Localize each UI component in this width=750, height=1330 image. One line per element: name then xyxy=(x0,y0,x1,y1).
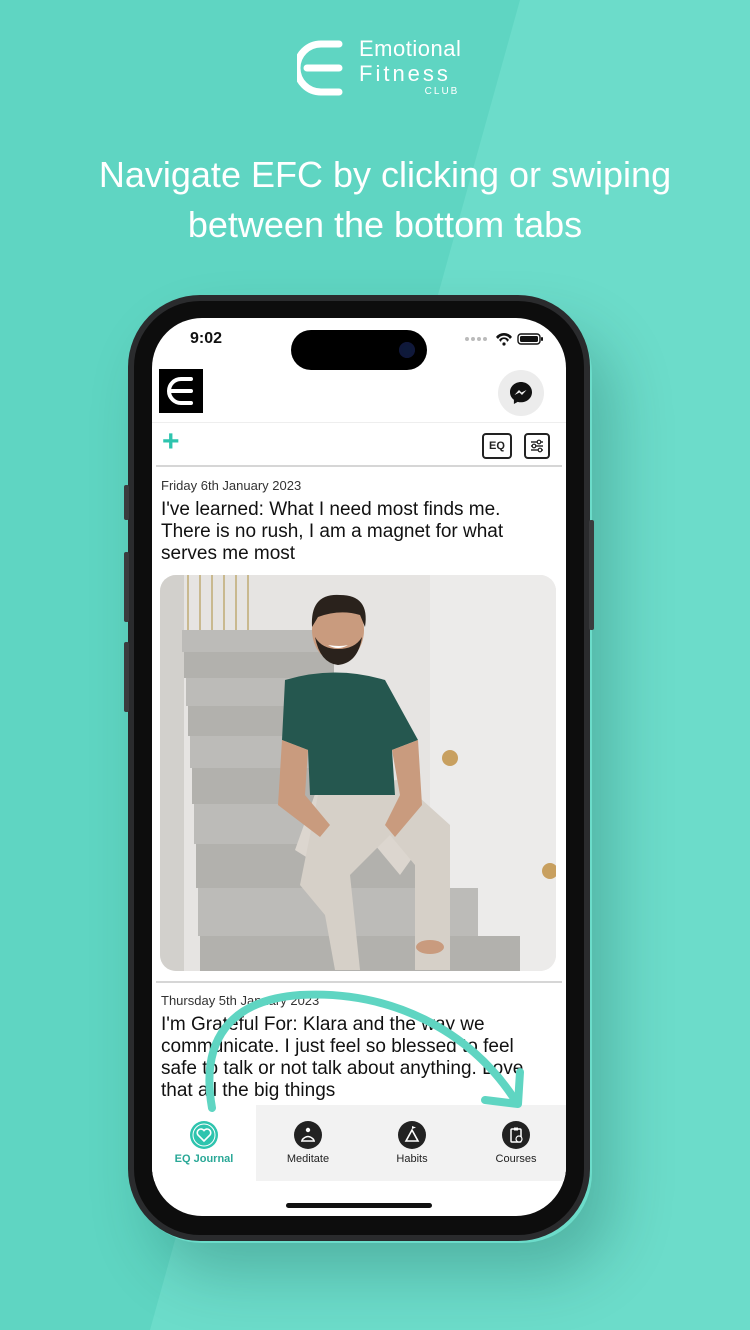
bottom-tab-bar: EQ Journal Meditate Habits Courses xyxy=(152,1105,566,1181)
add-entry-button[interactable]: + xyxy=(162,427,180,457)
status-icons xyxy=(465,333,543,346)
tab-habits[interactable]: Habits xyxy=(360,1105,464,1181)
side-button-silent xyxy=(124,485,129,520)
app-screen: 9:02 + EQ Friday 6th January 2023 I've l… xyxy=(152,318,566,1216)
battery-icon xyxy=(517,333,543,345)
courses-icon xyxy=(502,1121,530,1149)
side-button-volume-up xyxy=(124,552,129,622)
brand-line-2: Fitness xyxy=(359,61,451,86)
brand-line-1: Emotional xyxy=(359,36,462,61)
entry-divider xyxy=(156,981,562,983)
side-button-volume-down xyxy=(124,642,129,712)
journal-toolbar: + EQ xyxy=(152,422,566,467)
tab-eq-journal[interactable]: EQ Journal xyxy=(152,1105,256,1181)
entry-text[interactable]: I'm Grateful For: Klara and the way we c… xyxy=(161,1014,541,1102)
tab-label: Meditate xyxy=(286,1153,330,1165)
brand-logo: Emotional Fitness CLUB xyxy=(297,38,477,100)
entry-date: Thursday 5th January 2023 xyxy=(161,993,320,1008)
brand-line-3: CLUB xyxy=(424,86,460,97)
entry-date: Friday 6th January 2023 xyxy=(161,478,302,493)
meditate-icon xyxy=(294,1121,322,1149)
filter-button[interactable] xyxy=(524,433,550,459)
wifi-icon xyxy=(496,333,512,346)
heart-icon xyxy=(190,1121,218,1149)
status-time: 9:02 xyxy=(190,330,223,347)
home-indicator xyxy=(286,1203,432,1208)
entry-text[interactable]: I've learned: What I need most finds me.… xyxy=(161,499,541,565)
brand-mark-icon xyxy=(297,40,343,96)
tab-label: EQ Journal xyxy=(174,1153,234,1165)
app-logo-icon xyxy=(167,377,193,405)
filter-sliders-icon xyxy=(531,439,543,453)
app-logo[interactable] xyxy=(159,369,203,413)
toolbar-divider xyxy=(156,465,562,467)
entry-photo[interactable] xyxy=(160,575,556,971)
signal-dots-icon xyxy=(465,337,487,341)
eq-button[interactable]: EQ xyxy=(482,433,512,459)
photo-illustration xyxy=(160,575,556,971)
habits-icon xyxy=(398,1121,426,1149)
messenger-button[interactable] xyxy=(498,370,544,416)
tab-courses[interactable]: Courses xyxy=(464,1105,566,1181)
tab-label: Courses xyxy=(495,1153,537,1165)
side-button-power xyxy=(589,520,594,630)
messenger-icon xyxy=(510,382,532,404)
dynamic-island xyxy=(291,330,427,370)
headline: Navigate EFC by clicking or swiping betw… xyxy=(40,150,730,250)
brand-wordmark: Emotional Fitness CLUB xyxy=(359,38,461,97)
headline-line-1: Navigate EFC by clicking or swiping xyxy=(98,154,672,195)
camera-icon xyxy=(399,342,415,358)
tab-meditate[interactable]: Meditate xyxy=(256,1105,360,1181)
tab-label: Habits xyxy=(396,1153,428,1165)
headline-line-2: between the bottom tabs xyxy=(187,204,583,245)
